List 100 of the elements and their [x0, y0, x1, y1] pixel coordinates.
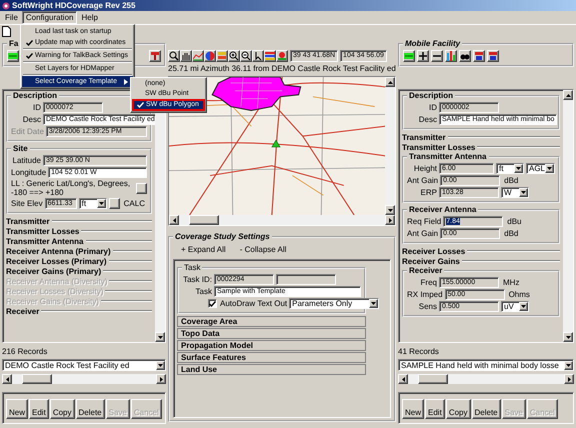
section-header[interactable]: Land Use — [181, 365, 218, 374]
marker-icon[interactable] — [276, 50, 288, 62]
section-header[interactable]: Receiver Losses — [402, 246, 466, 256]
scroll-up-button[interactable] — [563, 90, 573, 100]
unit-label: dBu — [506, 217, 522, 226]
scrollbar-thumb[interactable] — [418, 374, 448, 384]
color-bars-icon[interactable] — [264, 50, 276, 62]
group-title: Mobile Facility — [404, 39, 462, 48]
section-header[interactable]: Receiver Losses (Primary) — [6, 256, 106, 266]
add-icon[interactable] — [417, 50, 429, 62]
collapse-all-link[interactable]: - Collapse All — [240, 245, 286, 254]
field-label: Height — [412, 164, 437, 173]
layers-icon[interactable] — [216, 50, 228, 62]
field-label: Desc — [22, 115, 41, 124]
small-button[interactable] — [108, 198, 120, 209]
window-title: SoftWright HDCoverage Rev 255 — [12, 1, 136, 10]
globe-icon[interactable] — [204, 50, 216, 62]
section-title[interactable]: Site — [11, 144, 30, 153]
section-header[interactable]: Receiver — [6, 306, 40, 316]
scroll-left-button[interactable] — [398, 374, 408, 384]
zoom-in-icon[interactable] — [228, 50, 240, 62]
field-label: Latitude — [12, 156, 41, 165]
action-button[interactable]: Edit — [29, 399, 49, 419]
action-button[interactable]: Copy — [50, 399, 74, 419]
menu-item[interactable]: File — [1, 11, 22, 24]
section-title[interactable]: Description — [407, 91, 456, 100]
bar-chart-icon[interactable] — [445, 50, 457, 62]
section-header[interactable]: Topo Data — [181, 329, 220, 338]
field-label: Req Field — [407, 217, 442, 226]
dropdown[interactable]: uV — [501, 301, 529, 312]
zoom-out-icon[interactable] — [240, 50, 252, 62]
binoculars-icon[interactable] — [459, 50, 471, 62]
section-header[interactable]: Receiver Antenna (Primary) — [6, 246, 111, 256]
scroll-left-button[interactable] — [2, 374, 12, 384]
horizontal-scrollbar[interactable] — [169, 215, 395, 225]
checkbox-label: AutoDraw — [220, 299, 256, 308]
menu-item[interactable]: Configuration — [22, 11, 78, 24]
section-header[interactable]: Receiver Gains — [402, 256, 460, 266]
expand-all-link[interactable]: + Expand All — [181, 245, 226, 254]
record-dropdown[interactable]: DEMO Castle Rock Test Facility ed — [2, 359, 166, 371]
scroll-down-button[interactable] — [155, 332, 165, 342]
scroll-right-button[interactable] — [385, 215, 395, 225]
section-header[interactable]: Receiver Gains (Primary) — [6, 266, 102, 276]
checkbox[interactable] — [208, 299, 217, 308]
caret-icon — [156, 334, 164, 340]
small-button[interactable] — [136, 182, 147, 194]
section-header[interactable]: Transmitter — [402, 132, 446, 142]
caret-icon — [400, 376, 406, 382]
map-status-text: 25.71 mi Azimuth 36.11 from DEMO Castle Rock Test Facility ed — [168, 64, 396, 73]
dropdown[interactable]: W — [501, 187, 529, 198]
remove-icon[interactable] — [431, 50, 443, 62]
dropdown[interactable]: ft — [496, 163, 524, 174]
section-title[interactable]: Receiver Antenna — [407, 205, 478, 214]
dropdown[interactable]: ft — [78, 198, 107, 209]
field-label: ID — [32, 103, 41, 112]
dropdown[interactable]: AGL — [526, 163, 555, 174]
caret-icon — [520, 189, 527, 196]
unit-label: CALC — [122, 199, 146, 208]
section-header[interactable]: Transmitter Losses — [6, 226, 80, 236]
scrollbar-thumb[interactable] — [189, 215, 219, 225]
scroll-left-button[interactable] — [169, 215, 179, 225]
caret-icon — [98, 200, 105, 207]
field-label: Task ID: — [182, 275, 212, 284]
app-icon — [2, 2, 10, 10]
field-label: ERP — [420, 188, 437, 197]
action-button[interactable]: Delete — [472, 399, 501, 419]
field-label: Text Out — [257, 299, 288, 308]
section-title[interactable]: Description — [11, 91, 60, 100]
unit-label: dBd — [503, 229, 520, 238]
field-label: Freq — [420, 278, 437, 287]
horizontal-scrollbar[interactable] — [2, 374, 166, 384]
dropdown[interactable]: Parameters Only — [289, 298, 380, 309]
section-title[interactable]: Transmitter Antenna — [407, 152, 488, 161]
horizontal-scrollbar[interactable] — [398, 374, 574, 384]
check-icon — [136, 102, 144, 108]
scroll-down-button[interactable] — [385, 205, 395, 215]
submenu-arrow-icon — [124, 78, 128, 84]
scrollbar-thumb[interactable] — [22, 374, 52, 384]
action-button[interactable]: New — [6, 399, 28, 419]
field-label: Edit Date — [11, 127, 44, 136]
scroll-right-button[interactable] — [564, 374, 574, 384]
line-chart-icon[interactable] — [192, 50, 204, 62]
section-header[interactable]: Transmitter — [6, 216, 50, 226]
section-header[interactable]: Transmitter Antenna — [6, 236, 84, 246]
search-icon[interactable] — [168, 50, 180, 62]
caret-icon — [370, 300, 378, 307]
group-title: Fa — [8, 39, 20, 48]
action-button[interactable]: New — [402, 399, 424, 419]
menu-item[interactable]: Help — [77, 11, 102, 24]
scroll-down-button[interactable] — [563, 332, 573, 342]
record-dropdown[interactable]: SAMPLE Hand held with minimal body losse — [398, 359, 574, 371]
action-button[interactable]: Edit — [425, 399, 445, 419]
action-button[interactable]: Copy — [446, 399, 470, 419]
action-button[interactable]: Delete — [76, 399, 105, 419]
section-title[interactable]: Receiver — [407, 266, 444, 275]
scroll-right-button[interactable] — [156, 374, 166, 384]
section-header[interactable]: Transmitter Losses — [402, 142, 476, 152]
scroll-up-button[interactable] — [385, 77, 395, 87]
caret-icon — [520, 303, 527, 310]
caret-icon — [386, 78, 394, 86]
